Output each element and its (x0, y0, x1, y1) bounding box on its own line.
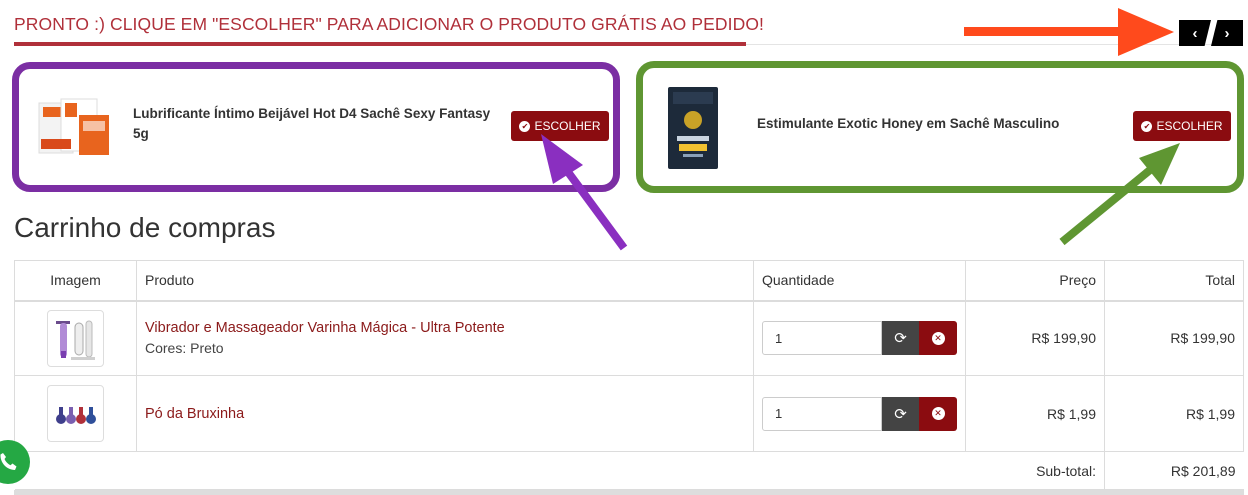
table-footer-bar (14, 490, 1244, 495)
line-total: R$ 1,99 (1104, 375, 1244, 452)
orange-arrow (964, 8, 1174, 56)
quantity-control: ⟳ ✕ (762, 321, 957, 356)
product-link[interactable]: Pó da Bruxinha (145, 406, 745, 422)
chevron-right-icon: › (1224, 24, 1230, 42)
column-header-price: Preço (965, 260, 1105, 302)
refresh-icon: ⟳ (894, 405, 907, 423)
promo-header: PRONTO :) CLIQUE EM "ESCOLHER" PARA ADIC… (14, 14, 764, 46)
cart-table: Imagem Produto Quantidade Preço Total Vi… (14, 260, 1244, 490)
quantity-control: ⟳ ✕ (762, 396, 957, 431)
column-header-image: Imagem (14, 260, 137, 302)
subtotal-value: R$ 201,89 (1104, 451, 1244, 490)
choose-button[interactable]: ✔ ESCOLHER (1133, 111, 1231, 141)
choose-button-label: ESCOLHER (1156, 119, 1223, 133)
carousel-next-button[interactable]: › (1211, 20, 1243, 46)
product-image-po-da-bruxinha (55, 406, 96, 424)
table-row: Vibrador e Massageador Varinha Mágica - … (14, 300, 1244, 376)
line-total: R$ 199,90 (1104, 300, 1244, 376)
product-thumbnail[interactable] (47, 309, 104, 367)
close-circle-icon: ✕ (931, 331, 945, 345)
unit-price: R$ 199,90 (965, 300, 1105, 376)
subtotal-label: Sub-total: (14, 451, 1105, 490)
column-header-product: Produto (136, 260, 754, 302)
carousel-prev-button[interactable]: ‹ (1179, 20, 1211, 46)
carousel-nav: ‹ › (1179, 20, 1243, 46)
quantity-input[interactable] (762, 321, 882, 356)
phone-icon (0, 453, 17, 470)
choose-button[interactable]: ✔ ESCOLHER (511, 111, 609, 141)
remove-item-button[interactable]: ✕ (919, 321, 957, 356)
product-image-exotic-honey (668, 87, 718, 169)
unit-price: R$ 1,99 (965, 375, 1105, 452)
check-circle-icon: ✔ (519, 120, 531, 132)
column-header-quantity: Quantidade (753, 260, 966, 302)
gift-name: Lubrificante Íntimo Beijável Hot D4 Sach… (133, 106, 491, 141)
chevron-left-icon: ‹ (1192, 24, 1198, 42)
table-row: Pó da Bruxinha ⟳ ✕ R$ 1,99 R$ 1,99 (14, 375, 1244, 452)
choose-button-label: ESCOLHER (534, 119, 601, 133)
divider (746, 44, 1242, 45)
cart-title: Carrinho de compras (14, 212, 276, 243)
update-quantity-button[interactable]: ⟳ (882, 396, 919, 431)
product-option: Cores: Preto (145, 340, 224, 357)
refresh-icon: ⟳ (894, 330, 907, 348)
table-header-row: Imagem Produto Quantidade Preço Total (14, 260, 1244, 302)
check-circle-icon: ✔ (1141, 120, 1153, 132)
product-thumbnail[interactable] (47, 385, 104, 442)
column-header-total: Total (1104, 260, 1244, 302)
gift-card-exotic-honey: Estimulante Exotic Honey em Sachê Mascul… (636, 61, 1244, 193)
gift-card-lubricant: Lubrificante Íntimo Beijável Hot D4 Sach… (12, 62, 620, 192)
quantity-input[interactable] (762, 396, 882, 431)
promo-underline (14, 42, 746, 46)
product-link[interactable]: Vibrador e Massageador Varinha Mágica - … (145, 320, 745, 336)
update-quantity-button[interactable]: ⟳ (882, 321, 919, 356)
close-circle-icon: ✕ (931, 407, 945, 420)
subtotal-row: Sub-total: R$ 201,89 (14, 451, 1244, 490)
promo-title: PRONTO :) CLIQUE EM "ESCOLHER" PARA ADIC… (14, 14, 764, 34)
gift-name: Estimulante Exotic Honey em Sachê Mascul… (757, 116, 1060, 131)
product-image-vibrator (55, 320, 95, 361)
remove-item-button[interactable]: ✕ (919, 396, 957, 431)
product-image-lubricant (38, 98, 109, 155)
